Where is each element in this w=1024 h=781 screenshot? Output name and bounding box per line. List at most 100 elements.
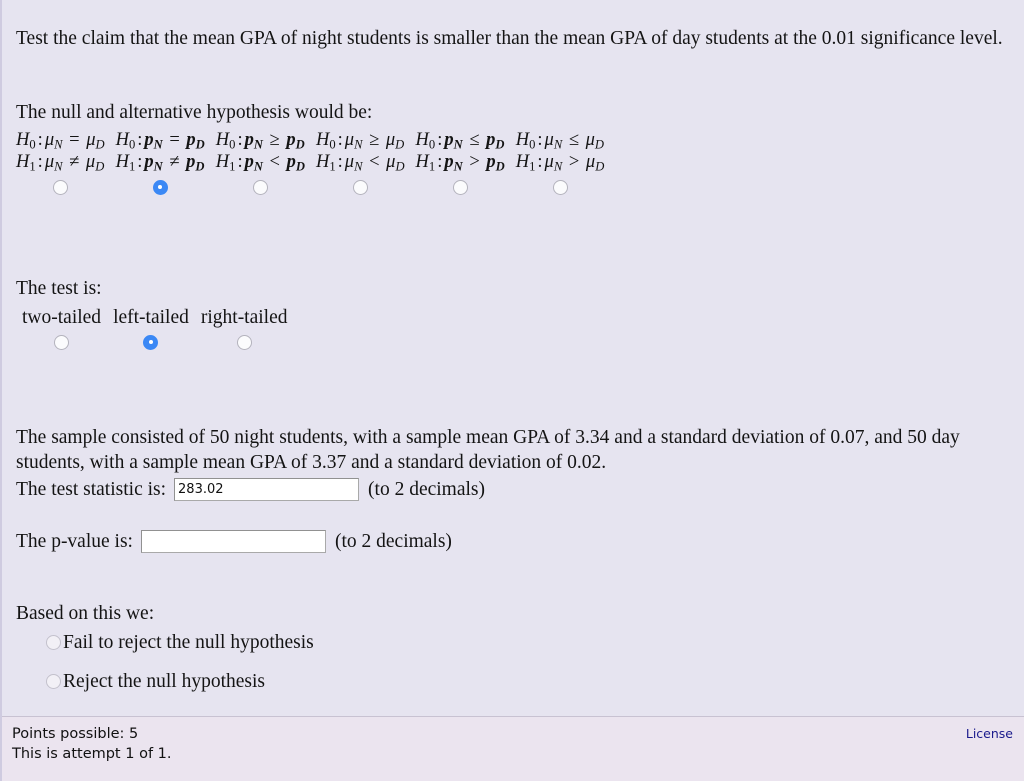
colon-glyph: : — [237, 152, 243, 172]
p-value-input[interactable] — [140, 530, 326, 553]
hypothesis-line: H0: pN ≤ pD — [416, 129, 505, 151]
test-statistic-hint: (to 2 decimals) — [368, 478, 485, 500]
math-parameter: pD — [186, 152, 205, 174]
test-statistic-row: The test statistic is: (to 2 decimals) — [16, 478, 485, 501]
hypothesis-line: H0: pN = pD — [116, 129, 205, 151]
math-subscript: N — [153, 137, 163, 152]
sample-description-text: The sample consisted of 50 night student… — [16, 426, 960, 473]
footer-info: Points possible: 5 This is attempt 1 of … — [12, 724, 172, 764]
hypothesis-pair-text: H0: pN = pD H1: pN ≠ pD — [116, 129, 205, 173]
conclusion-option-0[interactable]: Fail to reject the null hypothesis — [46, 623, 314, 662]
colon-glyph: : — [437, 152, 443, 172]
math-parameter: μN — [344, 130, 363, 152]
tail-option-label: left-tailed — [113, 307, 189, 328]
tail-option-two-tailed[interactable]: two-tailed — [22, 306, 101, 351]
colon-glyph: : — [337, 130, 343, 150]
hypothesis-symbol: H1 — [115, 152, 136, 174]
hypothesis-line: H1: μN ≠ μD — [16, 151, 105, 173]
math-parameter: μD — [85, 152, 105, 174]
hypothesis-radio-wrapper — [352, 177, 368, 197]
math-subscript: D — [395, 159, 405, 174]
hypothesis-option-0[interactable]: H0: μN = μD H1: μN ≠ μD — [16, 129, 105, 197]
conclusion-radio-0[interactable] — [46, 635, 61, 650]
relation-operator: ≤ — [464, 130, 485, 150]
hypothesis-symbol: H0 — [315, 130, 336, 152]
test-statistic-input[interactable] — [174, 478, 360, 501]
relation-operator: = — [64, 130, 85, 150]
hypothesis-symbol: H1 — [16, 152, 36, 174]
math-subscript: D — [95, 137, 105, 152]
math-subscript: D — [295, 159, 305, 174]
conclusion-options-group: Fail to reject the null hypothesis Reject… — [46, 623, 314, 701]
relation-operator: ≠ — [164, 152, 185, 172]
hypothesis-line: H0: pN ≥ pD — [216, 129, 305, 151]
relation-operator: > — [464, 152, 485, 172]
tail-radio-2[interactable] — [236, 334, 252, 350]
hypothesis-radio-4[interactable] — [452, 179, 468, 195]
math-parameter: μD — [386, 152, 405, 174]
colon-glyph: : — [537, 152, 543, 172]
hypothesis-radio-3[interactable] — [352, 179, 368, 195]
math-parameter: pN — [244, 130, 263, 152]
hypothesis-options-group: H0: μN = μD H1: μN ≠ μD H0: pN = pD H1: pN ≠ pD… — [16, 129, 615, 197]
hypothesis-option-3[interactable]: H0: μN ≥ μD H1: μN < μD — [316, 129, 405, 197]
p-value-label: The p-value is: — [16, 530, 133, 552]
tail-option-label: right-tailed — [200, 307, 288, 328]
hypothesis-line: H1: pN > pD — [416, 151, 505, 173]
hypothesis-symbol: H0 — [515, 130, 536, 152]
math-parameter: μN — [344, 152, 363, 174]
math-parameter: μN — [44, 130, 63, 152]
math-subscript: D — [495, 159, 505, 174]
hypothesis-radio-2[interactable] — [252, 179, 268, 195]
relation-operator: < — [264, 152, 285, 172]
hypothesis-option-1[interactable]: H0: pN = pD H1: pN ≠ pD — [116, 129, 205, 197]
p-value-hint: (to 2 decimals) — [334, 530, 452, 552]
hypothesis-option-4[interactable]: H0: pN ≤ pD H1: pN > pD — [416, 129, 505, 197]
tail-radio-1[interactable] — [143, 334, 159, 350]
tail-radio-0[interactable] — [54, 334, 70, 350]
math-parameter: μD — [86, 130, 105, 152]
relation-operator: ≥ — [264, 130, 285, 150]
hypothesis-symbol: H1 — [315, 152, 336, 174]
hypothesis-pair-text: H0: μN = μD H1: μN ≠ μD — [16, 129, 105, 173]
hypothesis-option-5[interactable]: H0: μN ≤ μD H1: μN > μD — [515, 129, 605, 197]
conclusion-intro-text: Based on this we: — [16, 602, 155, 624]
hypothesis-radio-5[interactable] — [552, 179, 568, 195]
relation-operator: = — [164, 130, 185, 150]
hypothesis-pair-text: H0: μN ≥ μD H1: μN < μD — [316, 129, 405, 173]
hypothesis-pair-text: H0: pN ≥ pD H1: pN < pD — [216, 129, 305, 173]
hypothesis-radio-0[interactable] — [52, 179, 68, 195]
math-subscript: D — [295, 137, 305, 152]
conclusion-option-1[interactable]: Reject the null hypothesis — [46, 662, 314, 701]
hypothesis-radio-wrapper — [552, 177, 568, 197]
math-subscript: N — [153, 159, 163, 174]
math-subscript: N — [253, 137, 263, 152]
tail-option-left-tailed[interactable]: left-tailed — [113, 306, 189, 351]
math-subscript: D — [594, 137, 605, 152]
tail-option-label: two-tailed — [22, 307, 102, 328]
hypothesis-radio-1[interactable] — [152, 179, 168, 195]
hypothesis-index: 1 — [329, 159, 336, 174]
math-parameter: pD — [486, 152, 505, 174]
colon-glyph: : — [37, 130, 43, 150]
hypothesis-intro-text: The null and alternative hypothesis woul… — [16, 101, 373, 123]
relation-operator: < — [364, 152, 385, 172]
math-subscript: D — [595, 159, 605, 174]
hypothesis-symbol: H0 — [16, 130, 36, 152]
relation-operator: ≠ — [64, 152, 84, 172]
hypothesis-radio-wrapper — [452, 177, 468, 197]
tail-option-right-tailed[interactable]: right-tailed — [201, 306, 288, 351]
math-parameter: μN — [544, 130, 563, 152]
hypothesis-line: H0: μN = μD — [16, 129, 105, 151]
colon-glyph: : — [537, 130, 543, 150]
math-parameter: pN — [244, 152, 263, 174]
math-parameter: pD — [186, 130, 205, 152]
license-link[interactable]: License — [966, 726, 1013, 741]
hypothesis-index: 0 — [329, 137, 336, 152]
hypothesis-option-2[interactable]: H0: pN ≥ pD H1: pN < pD — [216, 129, 305, 197]
hypothesis-line: H0: μN ≥ μD — [316, 129, 405, 151]
conclusion-option-label: Reject the null hypothesis — [63, 670, 266, 692]
points-possible-text: Points possible: 5 — [12, 726, 139, 742]
claim-text: Test the claim that the mean GPA of nigh… — [16, 27, 1003, 49]
conclusion-radio-1[interactable] — [46, 674, 61, 689]
